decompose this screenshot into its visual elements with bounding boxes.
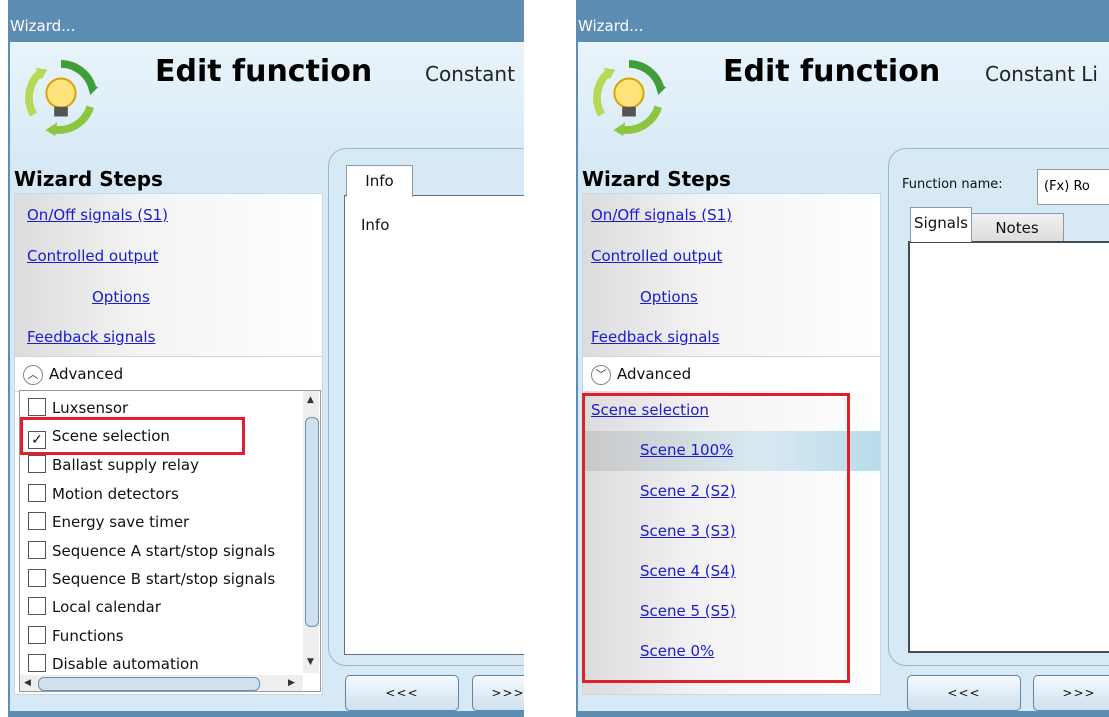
checkbox[interactable] bbox=[28, 626, 46, 644]
step-controlled-output-link[interactable]: Controlled output bbox=[591, 247, 722, 265]
wizard-steps-links: On/Off signals (S1) Controlled output Op… bbox=[583, 194, 880, 356]
next-button[interactable]: >>> bbox=[1033, 675, 1109, 711]
advanced-item-label: Functions bbox=[52, 627, 124, 645]
advanced-item-label: Motion detectors bbox=[52, 485, 179, 503]
function-name-input[interactable]: (Fx) Ro bbox=[1037, 169, 1109, 205]
wizard-steps-heading: Wizard Steps bbox=[14, 167, 163, 191]
advanced-item-label: Sequence A start/stop signals bbox=[52, 542, 276, 560]
page-title: Edit function bbox=[723, 54, 941, 89]
signals-tab-body bbox=[908, 241, 1109, 653]
lightbulb-cycle-icon bbox=[593, 59, 667, 136]
lightbulb-cycle-icon bbox=[25, 59, 99, 136]
advanced-item-label: Ballast supply relay bbox=[52, 456, 199, 474]
step-onoff-signals-link[interactable]: On/Off signals (S1) bbox=[27, 206, 168, 224]
advanced-item[interactable]: Disable automation bbox=[28, 654, 199, 673]
page-title: Edit function bbox=[155, 54, 373, 89]
tab-info[interactable]: Info bbox=[346, 165, 413, 197]
step-feedback-signals-link[interactable]: Feedback signals bbox=[591, 328, 719, 346]
vertical-scrollbar[interactable]: ▲ ▼ bbox=[303, 391, 319, 673]
info-tab-body: Info bbox=[344, 195, 524, 655]
tab-notes[interactable]: Notes bbox=[970, 213, 1064, 242]
horizontal-scrollbar[interactable]: ◀ ▶ bbox=[20, 675, 303, 691]
scroll-up-arrow-icon[interactable]: ▲ bbox=[307, 395, 314, 405]
scroll-left-arrow-icon[interactable]: ◀ bbox=[24, 678, 31, 688]
advanced-item[interactable]: Energy save timer bbox=[28, 512, 189, 531]
checkbox[interactable] bbox=[28, 654, 46, 672]
function-type-label: Constant bbox=[425, 62, 515, 86]
window-title: Wizard... bbox=[578, 17, 644, 35]
advanced-item-label: Local calendar bbox=[52, 598, 161, 616]
wizard-steps-heading: Wizard Steps bbox=[582, 167, 731, 191]
vertical-scroll-thumb[interactable] bbox=[305, 417, 319, 627]
advanced-item-label: Energy save timer bbox=[52, 513, 190, 531]
checkbox[interactable] bbox=[28, 398, 46, 416]
advanced-item[interactable]: Luxsensor bbox=[28, 398, 128, 417]
advanced-item[interactable]: Motion detectors bbox=[28, 484, 179, 503]
next-button[interactable]: >>> bbox=[472, 675, 524, 711]
checkbox[interactable] bbox=[28, 597, 46, 615]
left-wizard-window: Wizard... Edit function Constant Wizard … bbox=[0, 0, 524, 717]
advanced-item[interactable]: Local calendar bbox=[28, 597, 161, 616]
highlight-box bbox=[582, 393, 850, 683]
advanced-item[interactable]: Functions bbox=[28, 626, 124, 645]
step-feedback-signals-link[interactable]: Feedback signals bbox=[27, 328, 155, 346]
checkbox[interactable] bbox=[28, 569, 46, 587]
window-title: Wizard... bbox=[10, 17, 76, 35]
advanced-label: Advanced bbox=[617, 365, 692, 383]
right-wizard-window: Wizard... Edit function Constant Li Wiza… bbox=[568, 0, 1109, 717]
highlight-box bbox=[20, 417, 245, 455]
advanced-toggle[interactable]: ﹀ Advanced bbox=[583, 356, 880, 392]
step-onoff-signals-link[interactable]: On/Off signals (S1) bbox=[591, 206, 732, 224]
back-button[interactable]: <<< bbox=[345, 675, 459, 711]
function-name-label: Function name: bbox=[902, 177, 1003, 192]
advanced-item-label: Disable automation bbox=[52, 655, 199, 673]
horizontal-scroll-thumb[interactable] bbox=[38, 677, 260, 691]
advanced-item[interactable]: Sequence A start/stop signals bbox=[28, 541, 275, 560]
checkbox[interactable] bbox=[28, 455, 46, 473]
function-type-label: Constant Li bbox=[985, 62, 1098, 86]
advanced-label: Advanced bbox=[49, 365, 124, 383]
step-controlled-output-link[interactable]: Controlled output bbox=[27, 247, 158, 265]
checkbox[interactable] bbox=[28, 541, 46, 559]
wizard-steps-links: On/Off signals (S1) Controlled output Op… bbox=[15, 194, 322, 356]
tab-signals[interactable]: Signals bbox=[910, 207, 972, 242]
info-text: Info bbox=[361, 216, 390, 234]
scroll-right-arrow-icon[interactable]: ▶ bbox=[288, 678, 295, 688]
chevron-up-icon: ︿ bbox=[23, 365, 43, 385]
scroll-down-arrow-icon[interactable]: ▼ bbox=[307, 657, 314, 667]
advanced-item-label: Sequence B start/stop signals bbox=[52, 570, 276, 588]
back-button[interactable]: <<< bbox=[907, 675, 1021, 711]
advanced-item[interactable]: Ballast supply relay bbox=[28, 455, 199, 474]
checkbox[interactable] bbox=[28, 484, 46, 502]
chevron-down-icon: ﹀ bbox=[591, 365, 611, 385]
step-options-link[interactable]: Options bbox=[92, 288, 150, 306]
checkbox[interactable] bbox=[28, 512, 46, 530]
advanced-item[interactable]: Sequence B start/stop signals bbox=[28, 569, 275, 588]
step-options-link[interactable]: Options bbox=[640, 288, 698, 306]
advanced-item-label: Luxsensor bbox=[52, 399, 129, 417]
advanced-toggle[interactable]: ︿ Advanced bbox=[15, 356, 322, 392]
